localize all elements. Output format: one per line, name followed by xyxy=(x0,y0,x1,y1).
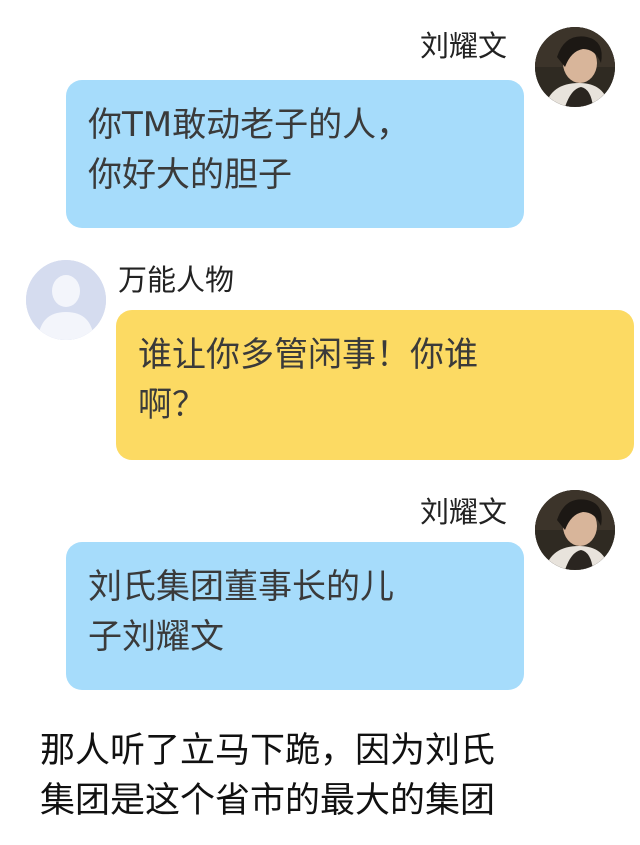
default-user-icon xyxy=(26,260,106,340)
portrait-photo-icon xyxy=(535,27,615,107)
sender-avatar[interactable] xyxy=(26,260,106,340)
sender-name: 刘耀文 xyxy=(420,29,508,63)
message-row: 刘耀文 刘氏集团董事长的儿 子刘耀文 xyxy=(0,470,640,700)
message-bubble[interactable]: 你TM敢动老子的人， 你好大的胆子 xyxy=(66,80,524,228)
portrait-photo-icon xyxy=(535,490,615,570)
message-text-line: 刘氏集团董事长的儿 xyxy=(88,567,394,607)
sender-avatar[interactable] xyxy=(535,490,615,570)
narration-text: 那人听了立马下跪，因为刘氏 集团是这个省市的最大的集团 xyxy=(40,726,600,826)
message-text-line: 你TM敢动老子的人， xyxy=(88,105,411,145)
message-text-line: 你好大的胆子 xyxy=(88,155,292,195)
chat-screen: { "messages": [ { "sender": "刘耀文", "side… xyxy=(0,0,640,845)
message-row: 刘耀文 你TM敢动老子的人， 你好大的胆子 xyxy=(0,0,640,240)
narration-line: 集团是这个省市的最大的集团 xyxy=(40,781,496,821)
message-text-line: 谁让你多管闲事！你谁 xyxy=(138,335,478,375)
sender-name: 万能人物 xyxy=(118,263,235,297)
narration-line: 那人听了立马下跪，因为刘氏 xyxy=(40,731,496,771)
message-text-line: 子刘耀文 xyxy=(88,617,224,657)
message-bubble[interactable]: 刘氏集团董事长的儿 子刘耀文 xyxy=(66,542,524,690)
message-row: 万能人物 谁让你多管闲事！你谁 啊？ xyxy=(0,240,640,470)
message-bubble[interactable]: 谁让你多管闲事！你谁 啊？ xyxy=(116,310,634,460)
sender-name: 刘耀文 xyxy=(420,495,508,529)
sender-avatar[interactable] xyxy=(535,27,615,107)
message-text-line: 啊？ xyxy=(138,385,206,425)
